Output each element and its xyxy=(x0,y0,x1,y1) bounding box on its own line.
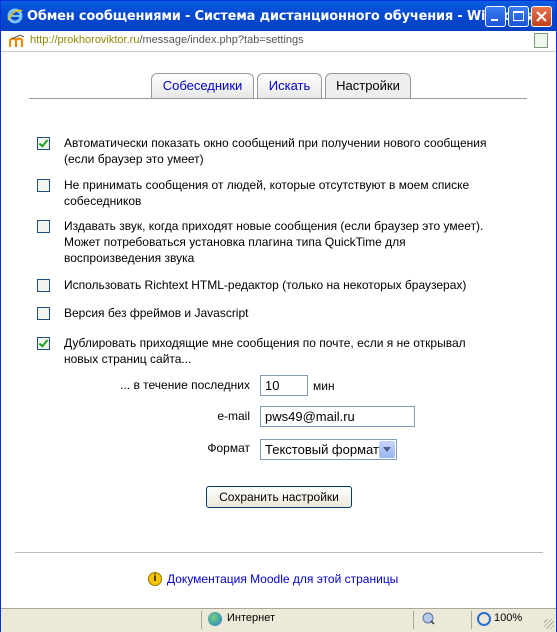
chevron-down-icon[interactable] xyxy=(379,441,395,458)
moodle-docs-link[interactable]: Документация Moodle для этой страницы xyxy=(167,572,398,586)
info-icon: i xyxy=(148,572,162,586)
status-separator xyxy=(201,611,202,629)
tab-settings[interactable]: Настройки xyxy=(325,73,411,99)
address-host: http://prokhoroviktоr.ru xyxy=(30,34,140,46)
maximize-icon xyxy=(513,11,524,21)
internet-zone-icon xyxy=(208,612,222,626)
option-text-line: Версия без фреймов и Javascript xyxy=(64,306,249,320)
close-icon xyxy=(536,11,547,22)
status-separator xyxy=(471,611,472,629)
option-text-line: Может потребоваться установка плагина ти… xyxy=(64,235,406,249)
option-text-line: (если браузер это умеет) xyxy=(64,152,204,166)
option-text-line: Использовать Richtext HTML-редактор (тол… xyxy=(64,278,467,292)
minimize-icon xyxy=(491,19,498,21)
page-icon[interactable] xyxy=(534,33,548,48)
beep-checkbox[interactable] xyxy=(37,220,50,233)
richtext-checkbox[interactable] xyxy=(37,279,50,292)
option-text-line: Автоматически показать окно сообщений пр… xyxy=(64,136,487,150)
option-text-line: собеседников xyxy=(64,194,142,208)
period-unit: мин xyxy=(313,379,335,393)
format-selected-value: Текстовый формат xyxy=(265,442,379,457)
period-label: ... в течение последних xyxy=(120,378,250,392)
footer-divider xyxy=(15,552,543,553)
status-bar xyxy=(1,608,556,632)
option-text-line: новых страниц сайта... xyxy=(64,352,192,366)
resize-grip[interactable] xyxy=(544,619,554,629)
email-label: e-mail xyxy=(217,409,250,423)
auto-popup-checkbox[interactable] xyxy=(37,137,50,150)
option-text-line: Издавать звук, когда приходят новые сооб… xyxy=(64,219,484,233)
address-bar[interactable]: http://prokhoroviktоr.ru/message/index.p… xyxy=(1,31,556,52)
ie-logo-icon xyxy=(7,8,23,24)
tab-bar: Собеседники Искать Настройки xyxy=(1,73,556,99)
browser-window: Обмен сообщениями - Система дистанционно… xyxy=(0,0,557,632)
zoom-level[interactable]: 100% xyxy=(494,612,522,624)
address-url[interactable]: http://prokhoroviktоr.ru/message/index.p… xyxy=(30,34,304,46)
window-title: Обмен сообщениями - Система дистанционно… xyxy=(27,9,546,24)
tab-search[interactable]: Искать xyxy=(257,73,322,98)
email-copy-checkbox[interactable] xyxy=(37,337,50,350)
address-path: /message/index.php?tab=settings xyxy=(139,34,304,46)
option-text-line: Дублировать приходящие мне сообщения по … xyxy=(64,336,466,350)
protected-mode-icon[interactable] xyxy=(421,612,435,625)
noframes-checkbox[interactable] xyxy=(37,307,50,320)
status-separator xyxy=(413,611,414,629)
block-strangers-checkbox[interactable] xyxy=(37,179,50,192)
period-input[interactable]: 10 xyxy=(260,375,308,396)
tab-contacts[interactable]: Собеседники xyxy=(151,73,254,98)
format-select[interactable]: Текстовый формат xyxy=(260,439,397,460)
minimize-button[interactable] xyxy=(485,6,506,27)
email-input[interactable]: pws49@mail.ru xyxy=(260,406,415,427)
option-text-line: воспроизведения звука xyxy=(64,251,195,265)
close-button[interactable] xyxy=(531,6,552,27)
maximize-button[interactable] xyxy=(508,6,529,27)
zoom-icon[interactable] xyxy=(477,612,491,626)
option-text-line: Не принимать сообщения от людей, которые… xyxy=(64,178,470,192)
moodle-favicon-icon xyxy=(9,34,25,47)
save-settings-button[interactable]: Сохранить настройки xyxy=(206,486,352,508)
tab-divider xyxy=(29,98,527,99)
title-bar: Обмен сообщениями - Система дистанционно… xyxy=(1,1,556,31)
format-label: Формат xyxy=(207,441,250,455)
security-zone: Интернет xyxy=(227,612,275,624)
